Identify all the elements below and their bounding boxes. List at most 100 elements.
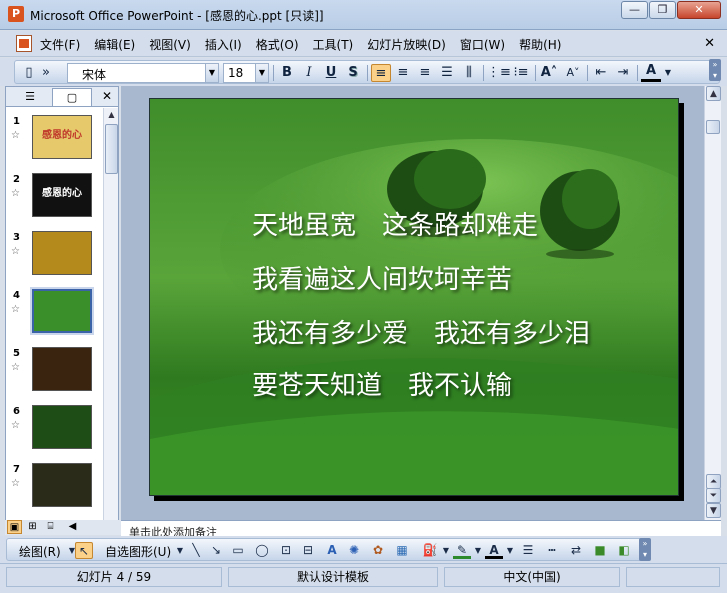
draw-menu-button[interactable]: 绘图(R) (19, 543, 61, 560)
slide-thumbnail-5[interactable]: 5 ☆ (6, 344, 102, 398)
dash-style-icon[interactable]: ┅ (543, 542, 561, 559)
scroll-down-icon[interactable]: ▼ (706, 503, 721, 518)
align-right-icon[interactable]: ≡ (415, 64, 435, 82)
transition-star-icon: ☆ (11, 362, 20, 373)
distribute-text-icon[interactable]: ☰ (437, 64, 457, 82)
normal-view-icon[interactable]: ▣ (7, 520, 22, 534)
arrow-style-icon[interactable]: ⇄ (567, 542, 585, 559)
toolbar-overflow-icon[interactable]: » ▾ (709, 59, 721, 81)
transition-star-icon: ☆ (11, 188, 20, 199)
font-name-select[interactable]: 宋体 ▼ (67, 63, 219, 83)
scroll-left-icon[interactable]: ◀ (65, 520, 80, 534)
align-center-icon[interactable]: ≡ (393, 64, 413, 82)
slide-thumbnail-7[interactable]: 7 ☆ (6, 460, 102, 514)
clip-art-icon[interactable]: ✿ (369, 542, 387, 559)
toolbar-options-icon[interactable]: » (41, 64, 51, 82)
slide-thumbnail-image (32, 405, 92, 449)
slide-number: 6 (13, 406, 20, 417)
rectangle-icon[interactable]: ▭ (229, 542, 247, 559)
scroll-up-icon[interactable]: ▲ (105, 108, 118, 122)
slide-thumbnail-caption: 感恩的心 (42, 188, 82, 199)
tab-slides[interactable]: ▢ (52, 88, 92, 106)
menu-help[interactable]: 帮助(H) (519, 36, 561, 53)
close-button[interactable]: ✕ (677, 1, 721, 19)
scrollbar-thumb[interactable] (105, 124, 118, 174)
status-bar: 幻灯片 4 / 59 默认设计模板 中文(中国) (0, 563, 727, 593)
current-slide[interactable]: 天地虽宽 这条路却难走 我看遍这人间坎坷辛苦 我还有多少爱 我还有多少泪 要苍天… (149, 98, 679, 496)
wordart-icon[interactable]: A (323, 542, 341, 559)
menu-items: 文件(F) 编辑(E) 视图(V) 插入(I) 格式(O) 工具(T) 幻灯片放… (40, 36, 575, 53)
diagram-icon[interactable]: ✺ (345, 542, 363, 559)
shadow-button[interactable]: S (343, 64, 363, 82)
transition-star-icon: ☆ (11, 420, 20, 431)
line-icon[interactable]: ╲ (187, 542, 205, 559)
menu-tools[interactable]: 工具(T) (313, 36, 354, 53)
line-style-icon[interactable]: ☰ (519, 542, 537, 559)
underline-button[interactable]: U (321, 64, 341, 82)
powerpoint-app-icon[interactable]: P (8, 6, 24, 22)
scroll-up-icon[interactable]: ▲ (706, 86, 721, 101)
bold-button[interactable]: B (277, 64, 297, 82)
font-size-select[interactable]: 18 ▼ (223, 63, 269, 83)
notes-pane[interactable]: 单击此处添加备注 (121, 520, 721, 536)
select-objects-icon[interactable]: ↖ (75, 542, 93, 559)
increase-indent-icon[interactable]: ⇥ (613, 64, 633, 82)
arrow-icon[interactable]: ↘ (207, 542, 225, 559)
slide-thumbnail-6[interactable]: 6 ☆ (6, 402, 102, 456)
new-document-icon[interactable]: ▯ (19, 64, 39, 82)
menu-slideshow[interactable]: 幻灯片放映(D) (367, 36, 446, 53)
bullets-icon[interactable]: ⁝≡ (511, 64, 531, 82)
slide-count-status: 幻灯片 4 / 59 (6, 567, 222, 587)
slide-sorter-view-icon[interactable]: ⊞ (25, 520, 40, 534)
restore-button[interactable]: ❐ (649, 1, 676, 19)
font-color-button[interactable]: A (641, 64, 661, 82)
chevron-down-icon[interactable]: ▼ (255, 64, 268, 82)
drawing-toolbar: 绘图(R) ▼ ↖ 自选图形(U) ▼ ╲ ↘ ▭ ◯ ⊡ ⊟ A ✺ ✿ ▦ … (0, 536, 727, 563)
menu-format[interactable]: 格式(O) (256, 36, 299, 53)
chevron-down-icon[interactable]: ▼ (663, 64, 673, 82)
previous-slide-icon[interactable]: ⏶ (706, 474, 721, 489)
align-left-icon[interactable]: ≡ (371, 64, 391, 82)
outline-icon: ☰ (25, 90, 35, 103)
menu-view[interactable]: 视图(V) (149, 36, 191, 53)
panel-close-button[interactable]: ✕ (102, 89, 112, 103)
tab-outline[interactable]: ☰ (10, 88, 50, 106)
menu-edit[interactable]: 编辑(E) (94, 36, 135, 53)
slides-panel: ☰ ▢ ✕ 1☆感恩的心2☆感恩的心3☆4☆5☆6☆7☆ ▲ ▼ (5, 86, 119, 534)
numbering-icon[interactable]: ⋮≡ (487, 64, 511, 82)
next-slide-icon[interactable]: ⏷ (706, 488, 721, 503)
minimize-button[interactable]: — (621, 1, 648, 19)
meadow-background-image (150, 99, 678, 495)
document-close-button[interactable]: ✕ (704, 36, 715, 51)
vertical-text-box-icon[interactable]: ⊟ (299, 542, 317, 559)
italic-button[interactable]: I (299, 64, 319, 82)
decrease-font-icon[interactable]: A˅ (563, 64, 583, 82)
increase-font-icon[interactable]: A˄ (539, 64, 559, 82)
menu-file[interactable]: 文件(F) (40, 36, 80, 53)
chevron-down-icon[interactable]: ▼ (501, 542, 519, 559)
slideshow-view-icon[interactable]: ⌸ (43, 520, 58, 534)
decrease-indent-icon[interactable]: ⇤ (591, 64, 611, 82)
insert-picture-icon[interactable]: ▦ (393, 542, 411, 559)
vertical-text-icon[interactable]: ⫼ (459, 64, 479, 82)
slide-scrollbar[interactable]: ▲ ⏶ ⏷ ▼ (704, 86, 721, 520)
slide-thumbnail-4[interactable]: 4 ☆ (6, 286, 102, 340)
scrollbar-thumb[interactable] (706, 120, 720, 134)
font-name-value: 宋体 (82, 68, 107, 82)
window-title: Microsoft Office PowerPoint - [感恩的心.ppt … (30, 9, 324, 23)
oval-icon[interactable]: ◯ (253, 542, 271, 559)
menu-insert[interactable]: 插入(I) (205, 36, 242, 53)
slide-thumbnail-1[interactable]: 1 ☆ 感恩的心 (6, 112, 102, 166)
slide-thumbnail-3[interactable]: 3 ☆ (6, 228, 102, 282)
shadow-style-icon[interactable]: ■ (591, 542, 609, 559)
thumbnails-scrollbar[interactable]: ▲ ▼ (103, 108, 118, 532)
chevron-down-icon[interactable]: ▼ (205, 64, 218, 82)
3d-style-icon[interactable]: ◧ (615, 542, 633, 559)
document-icon[interactable] (16, 35, 32, 52)
slide-number: 1 (13, 116, 20, 127)
autoshapes-button[interactable]: 自选图形(U) (105, 543, 171, 560)
menu-window[interactable]: 窗口(W) (460, 36, 505, 53)
toolbar-overflow-icon[interactable]: » ▾ (639, 538, 651, 561)
slide-thumbnail-2[interactable]: 2 ☆ 感恩的心 (6, 170, 102, 224)
text-box-icon[interactable]: ⊡ (277, 542, 295, 559)
